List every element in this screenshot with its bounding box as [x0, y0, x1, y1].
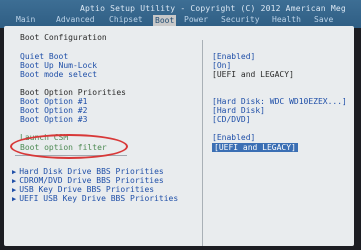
boot-option-2-value[interactable]: [Hard Disk] — [212, 106, 265, 115]
submenu-usb-bbs[interactable]: ▶ USB Key Drive BBS Priorities — [12, 185, 154, 194]
tab-save[interactable]: Save — [314, 15, 333, 24]
section-title: Boot Configuration — [20, 33, 107, 42]
window-title: Aptio Setup Utility - Copyright (C) 2012… — [80, 4, 346, 13]
numlock-label[interactable]: Boot Up Num-Lock — [20, 61, 97, 70]
quiet-boot-label[interactable]: Quiet Boot — [20, 52, 68, 61]
tab-boot[interactable]: Boot — [153, 15, 177, 26]
tab-chipset[interactable]: Chipset — [109, 15, 143, 24]
panel-divider — [202, 40, 203, 246]
quiet-boot-value[interactable]: [Enabled] — [212, 52, 255, 61]
submenu-label: USB Key Drive BBS Priorities — [19, 185, 155, 194]
title-bar: Aptio Setup Utility - Copyright (C) 2012… — [0, 0, 361, 28]
tab-main[interactable]: Main — [16, 15, 35, 24]
boot-option-1-label[interactable]: Boot Option #1 — [20, 97, 87, 106]
boot-option-3-value[interactable]: [CD/DVD] — [212, 115, 251, 124]
boot-option-filter-selected[interactable]: [UEFI and LEGACY] — [212, 143, 298, 152]
tab-security[interactable]: Security — [221, 15, 260, 24]
boot-option-3-label[interactable]: Boot Option #3 — [20, 115, 87, 124]
boot-option-filter-value[interactable]: [UEFI and LEGACY] — [212, 143, 298, 152]
submenu-label: Hard Disk Drive BBS Priorities — [19, 167, 164, 176]
submenu-arrow-icon: ▶ — [12, 186, 17, 194]
submenu-arrow-icon: ▶ — [12, 168, 17, 176]
boot-option-2-label[interactable]: Boot Option #2 — [20, 106, 87, 115]
submenu-cdrom-bbs[interactable]: ▶ CDROM/DVD Drive BBS Priorities — [12, 176, 164, 185]
numlock-value[interactable]: [On] — [212, 61, 231, 70]
priorities-title: Boot Option Priorities — [20, 88, 126, 97]
tab-health[interactable]: Health — [272, 15, 301, 24]
tab-power[interactable]: Power — [184, 15, 208, 24]
submenu-label: UEFI USB Key Drive BBS Priorities — [19, 194, 179, 203]
launch-csm-value[interactable]: [Enabled] — [212, 133, 255, 142]
submenu-label: CDROM/DVD Drive BBS Priorities — [19, 176, 164, 185]
boot-mode-label[interactable]: Boot mode select — [20, 70, 97, 79]
boot-mode-value[interactable]: [UEFI and LEGACY] — [212, 70, 294, 79]
submenu-arrow-icon: ▶ — [12, 177, 17, 185]
highlight-annotation — [10, 134, 128, 159]
submenu-hdd-bbs[interactable]: ▶ Hard Disk Drive BBS Priorities — [12, 167, 164, 176]
submenu-arrow-icon: ▶ — [12, 195, 17, 203]
tab-advanced[interactable]: Advanced — [56, 15, 95, 24]
submenu-uefi-usb-bbs[interactable]: ▶ UEFI USB Key Drive BBS Priorities — [12, 194, 178, 203]
boot-option-1-value[interactable]: [Hard Disk: WDC WD10EZEX...] — [212, 97, 347, 106]
